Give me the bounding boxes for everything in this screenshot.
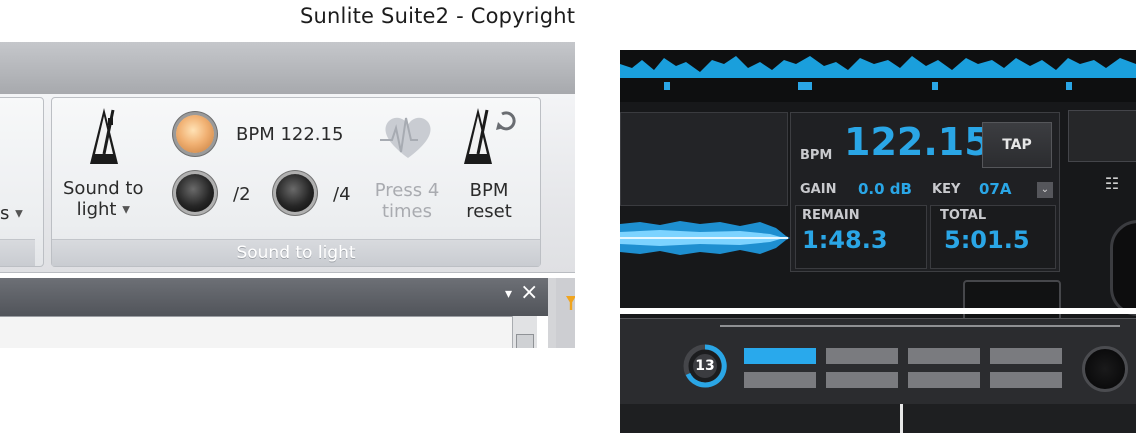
overview-waveform[interactable] (620, 50, 1136, 78)
dock-pane-header (0, 278, 548, 316)
sound-to-light-line1: Sound to (63, 178, 144, 199)
pane-splitter[interactable] (548, 278, 556, 348)
adjacent-pane (556, 278, 575, 348)
track-waveform[interactable] (620, 210, 790, 266)
divide-by-2-led[interactable] (176, 174, 214, 212)
gain-label: GAIN (800, 182, 837, 197)
round-button[interactable] (1082, 346, 1128, 392)
bpm-label: BPM (800, 148, 833, 163)
dock-pane-body (0, 316, 512, 348)
pad-1-top[interactable] (744, 348, 816, 364)
total-label: TOTAL (940, 208, 987, 223)
remain-label: REMAIN (802, 208, 860, 223)
total-value: 5:01.5 (944, 226, 1030, 254)
press-4-times-button[interactable]: Press 4 times (371, 180, 443, 222)
tap-button[interactable]: TAP (982, 122, 1052, 168)
ribbon-tab-band (0, 42, 575, 94)
sound-to-light-button[interactable]: Sound to light ▼ (63, 178, 143, 220)
sound-to-light-line2: light (76, 199, 117, 220)
panel-separator (620, 308, 1136, 314)
metronome-reset-icon (458, 104, 522, 168)
pad-2-top[interactable] (826, 348, 898, 364)
right-display-box (1068, 110, 1136, 162)
window-title: Sunlite Suite2 - Copyright(c (300, 4, 575, 28)
deck-artwork-area (620, 112, 788, 206)
divide-by-4-label: /4 (333, 184, 351, 205)
bpm-reset-button[interactable]: BPM reset (462, 180, 516, 222)
heartbeat-icon (378, 108, 438, 164)
bpm-value: 122.15 (844, 120, 991, 164)
jog-knob[interactable] (1110, 220, 1136, 316)
key-value[interactable]: 07A (979, 180, 1011, 198)
dropdown-icon[interactable]: ▾ (505, 286, 512, 302)
pad-4-bottom[interactable] (990, 372, 1062, 388)
chevron-down-icon: ▼ (15, 208, 23, 220)
ribbon-group-previous (0, 97, 44, 267)
strip-top-line (720, 325, 1120, 327)
metronome-icon (84, 104, 124, 168)
press-button-line1: Press 4 (374, 180, 440, 201)
bpm-readout: BPM 122.15 (236, 124, 344, 145)
ribbon-group-label: Sound to light (52, 239, 540, 266)
cue-marker-lane (620, 78, 1136, 102)
eq-icon[interactable]: ☷ (1098, 172, 1126, 196)
chevron-down-icon[interactable]: ⌄ (1037, 182, 1053, 198)
bpm-reset-line1: BPM (469, 180, 509, 201)
bottom-track-area (620, 404, 1136, 433)
pad-1-bottom[interactable] (744, 372, 816, 388)
dj-deck-panel: BPM 122.15 TAP GAIN 0.0 dB KEY 07A ⌄ REM… (620, 50, 1136, 433)
bpm-beat-led[interactable] (176, 115, 214, 153)
divide-by-2-label: /2 (233, 184, 251, 205)
key-label: KEY (932, 182, 961, 197)
cue-marker[interactable] (932, 82, 938, 90)
press-button-line2: times (381, 201, 433, 222)
sunlite-ribbon-panel: Sunlite Suite2 - Copyright(c s ▼ Sound t… (0, 0, 575, 348)
divide-by-4-led[interactable] (276, 174, 314, 212)
playhead-marker (900, 404, 903, 433)
pad-3-top[interactable] (908, 348, 980, 364)
previous-group-button-label[interactable]: s ▼ (0, 203, 23, 224)
loop-count: 13 (695, 358, 715, 374)
cue-marker[interactable] (1066, 82, 1072, 90)
pad-3-bottom[interactable] (908, 372, 980, 388)
cue-marker[interactable] (798, 82, 812, 90)
scroll-up-arrow[interactable] (516, 334, 534, 348)
chevron-down-icon: ▼ (122, 204, 130, 216)
gain-value[interactable]: 0.0 dB (858, 180, 912, 198)
pad-2-bottom[interactable] (826, 372, 898, 388)
ribbon-group-label (0, 239, 35, 266)
close-icon[interactable]: × (520, 282, 538, 304)
previous-group-label-fragment: s (0, 203, 10, 224)
pad-4-top[interactable] (990, 348, 1062, 364)
bpm-reset-line2: reset (466, 201, 512, 222)
cue-marker[interactable] (664, 82, 670, 90)
remain-value: 1:48.3 (802, 226, 888, 254)
